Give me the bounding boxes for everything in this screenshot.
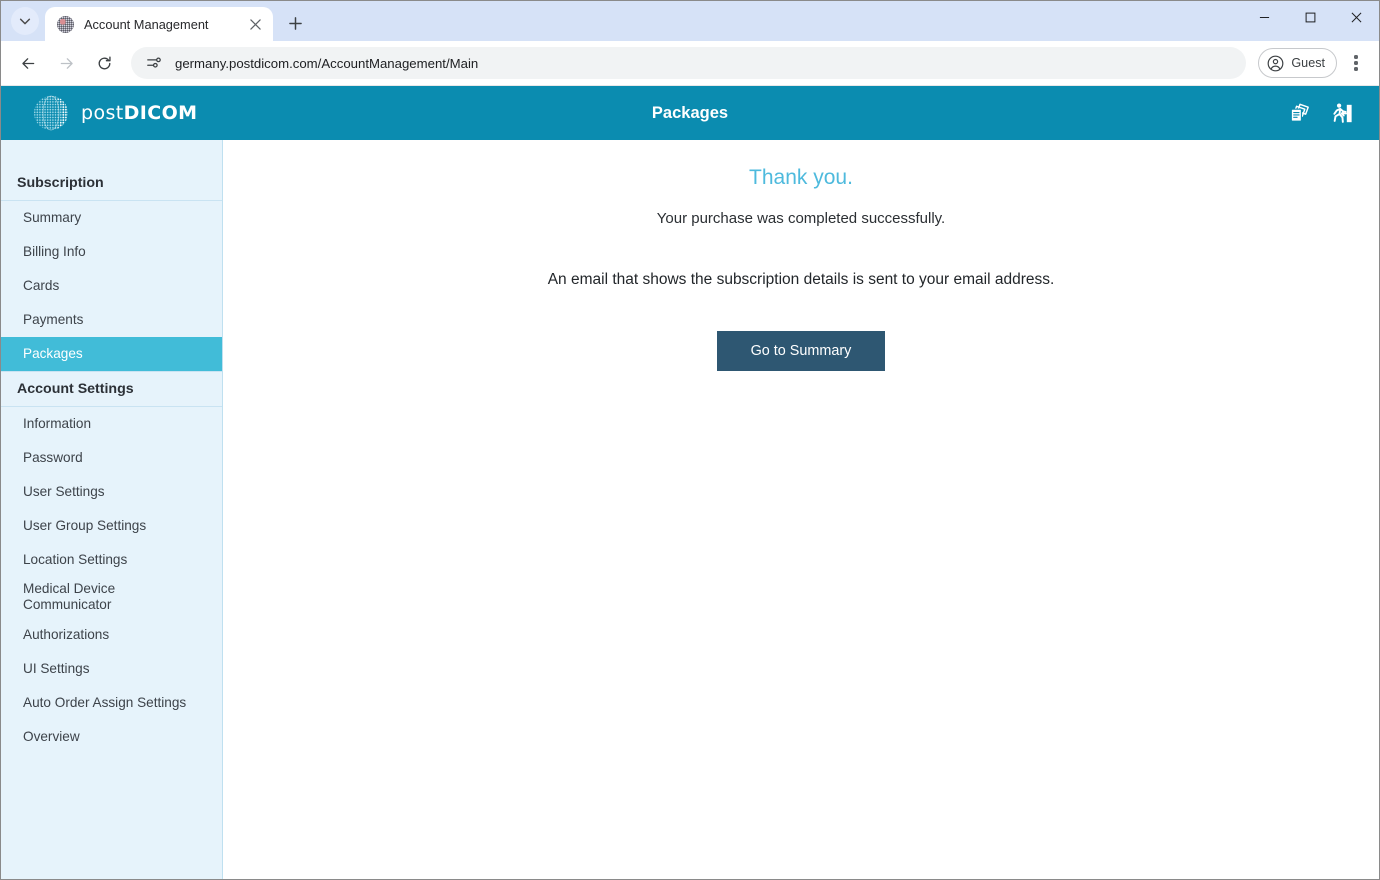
sidebar-item-billing-info[interactable]: Billing Info <box>1 235 222 269</box>
plus-icon <box>289 17 302 30</box>
sidebar-item-ui-settings[interactable]: UI Settings <box>1 652 222 686</box>
dotted-globe-icon <box>31 93 71 133</box>
sidebar-item-authorizations[interactable]: Authorizations <box>1 618 222 652</box>
sidebar-item-overview[interactable]: Overview <box>1 720 222 754</box>
chevron-down-icon <box>18 14 32 28</box>
app-header: postDICOM Packages <box>1 86 1379 140</box>
sidebar-group-account-settings: Account Settings <box>1 371 222 407</box>
back-arrow-icon <box>20 55 37 72</box>
window-controls <box>1241 1 1379 34</box>
reload-icon <box>96 55 113 72</box>
sidebar-item-password[interactable]: Password <box>1 441 222 475</box>
browser-window: Account Management <box>0 0 1380 880</box>
profile-label: Guest <box>1291 56 1325 70</box>
back-button[interactable] <box>12 47 44 79</box>
three-dot-menu-icon <box>1354 67 1357 70</box>
header-icon-group <box>1285 99 1355 127</box>
sidebar: Subscription Summary Billing Info Cards … <box>1 140 223 879</box>
sidebar-item-payments[interactable]: Payments <box>1 303 222 337</box>
browser-menu-button[interactable] <box>1341 48 1371 78</box>
browser-toolbar: germany.postdicom.com/AccountManagement/… <box>1 41 1379 86</box>
button-container: Go to Summary <box>223 331 1379 371</box>
logout-exit-icon <box>1328 100 1355 127</box>
close-icon <box>250 19 261 30</box>
window-close-button[interactable] <box>1333 1 1379 34</box>
packages-cards-icon[interactable] <box>1285 99 1313 127</box>
dotted-globe-icon <box>31 93 71 133</box>
tab-close-button[interactable] <box>245 14 265 34</box>
sidebar-group-subscription: Subscription <box>1 166 222 201</box>
logo-text-bold: DICOM <box>124 102 198 124</box>
minimize-button[interactable] <box>1241 1 1287 34</box>
page-title: Packages <box>1 104 1379 123</box>
forward-button[interactable] <box>50 47 82 79</box>
logout-exit-icon[interactable] <box>1327 99 1355 127</box>
logo-text-light: post <box>81 102 124 124</box>
profile-button[interactable]: Guest <box>1258 48 1337 78</box>
sidebar-item-user-group-settings[interactable]: User Group Settings <box>1 509 222 543</box>
person-circle-icon <box>1267 55 1284 72</box>
sidebar-item-location-settings[interactable]: Location Settings <box>1 543 222 577</box>
address-bar[interactable]: germany.postdicom.com/AccountManagement/… <box>131 47 1246 79</box>
go-to-summary-button[interactable]: Go to Summary <box>717 331 886 371</box>
tab-search-button[interactable] <box>11 7 39 35</box>
tune-sliders-icon[interactable] <box>145 54 163 72</box>
maximize-button[interactable] <box>1287 1 1333 34</box>
close-icon <box>1351 12 1362 23</box>
email-notice-message: An email that shows the subscription det… <box>223 271 1379 289</box>
new-tab-button[interactable] <box>281 9 309 37</box>
postdicom-globe-favicon <box>57 16 74 33</box>
app-logo-text: postDICOM <box>81 102 197 124</box>
sidebar-item-medical-device-communicator[interactable]: Medical Device Communicator <box>1 577 151 618</box>
reload-button[interactable] <box>88 47 120 79</box>
url-text: germany.postdicom.com/AccountManagement/… <box>175 56 478 71</box>
sidebar-item-user-settings[interactable]: User Settings <box>1 475 222 509</box>
tab-strip: Account Management <box>1 1 1379 41</box>
sidebar-item-auto-order-assign-settings[interactable]: Auto Order Assign Settings <box>1 686 222 720</box>
app-body: Subscription Summary Billing Info Cards … <box>1 140 1379 879</box>
sidebar-item-packages[interactable]: Packages <box>1 337 222 371</box>
packages-cards-icon <box>1286 100 1313 127</box>
thank-you-heading: Thank you. <box>223 166 1379 190</box>
tune-sliders-icon <box>146 55 162 71</box>
tab-title: Account Management <box>84 17 245 32</box>
purchase-success-message: Your purchase was completed successfully… <box>223 210 1379 227</box>
main-content: Thank you. Your purchase was completed s… <box>223 140 1379 879</box>
three-dot-menu-icon <box>1354 61 1357 64</box>
forward-arrow-icon <box>58 55 75 72</box>
browser-tab[interactable]: Account Management <box>45 7 273 41</box>
sidebar-item-cards[interactable]: Cards <box>1 269 222 303</box>
sidebar-item-information[interactable]: Information <box>1 407 222 441</box>
app-logo[interactable]: postDICOM <box>31 93 197 133</box>
sidebar-item-summary[interactable]: Summary <box>1 201 222 235</box>
three-dot-menu-icon <box>1354 55 1357 58</box>
maximize-icon <box>1305 12 1316 23</box>
minimize-icon <box>1259 12 1270 23</box>
